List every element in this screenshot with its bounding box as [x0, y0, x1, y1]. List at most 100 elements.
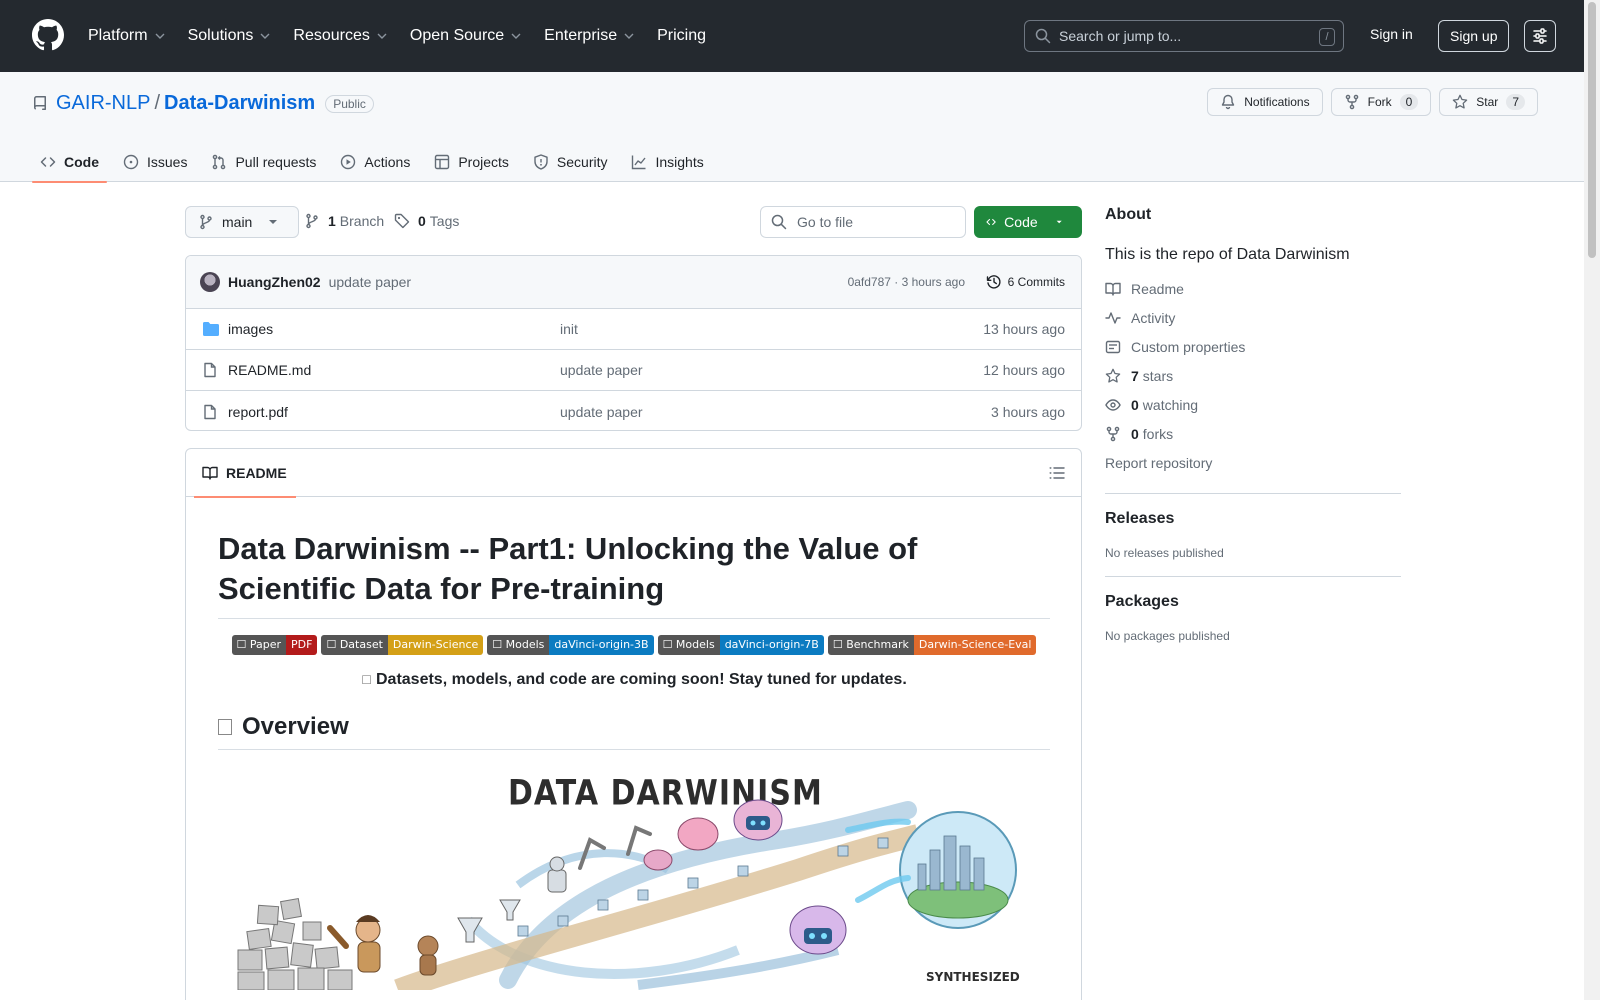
- repo-owner-link[interactable]: GAIR-NLP: [56, 92, 150, 115]
- stars-link[interactable]: 7 stars: [1105, 361, 1401, 390]
- book-icon: [202, 466, 218, 480]
- star-label: Star: [1476, 95, 1499, 109]
- code-icon: [40, 157, 56, 167]
- file-updated-time: 3 hours ago: [991, 403, 1065, 420]
- tab-projects[interactable]: Projects: [426, 142, 517, 182]
- issue-icon: [123, 154, 139, 170]
- tab-label: Pull requests: [235, 154, 317, 170]
- page-scrollbar[interactable]: [1584, 0, 1600, 1000]
- global-search-input[interactable]: Search or jump to... /: [1024, 20, 1344, 52]
- search-placeholder: Search or jump to...: [1059, 28, 1182, 44]
- badge-label: ☐ Models: [487, 635, 550, 656]
- history-icon: [986, 275, 1001, 289]
- readme-panel: README Data Darwinism -- Part1: Unlockin…: [185, 448, 1082, 1000]
- readme-badge[interactable]: ☐ Dataset Darwin-Science: [321, 635, 484, 656]
- readme-tab-label: README: [226, 465, 287, 481]
- tag-icon: [394, 213, 410, 229]
- go-to-file-placeholder: Go to file: [797, 214, 854, 230]
- nav-resources[interactable]: Resources: [293, 27, 387, 45]
- commit-hash-time[interactable]: 0afd787 · 3 hours ago: [848, 275, 965, 289]
- report-repository-link[interactable]: Report repository: [1105, 448, 1401, 477]
- go-to-file-input[interactable]: Go to file: [760, 206, 966, 238]
- branch-selector[interactable]: main: [185, 206, 300, 238]
- commit-message-link[interactable]: update paper: [329, 274, 412, 290]
- readme-badge[interactable]: ☐ Benchmark Darwin-Science-Eval: [827, 635, 1037, 656]
- repo-name-link[interactable]: Data-Darwinism: [164, 92, 315, 115]
- tab-pull-requests[interactable]: Pull requests: [203, 142, 324, 182]
- custom-properties-link[interactable]: Custom properties: [1105, 332, 1401, 361]
- nav-label: Platform: [88, 27, 148, 44]
- github-logo-icon[interactable]: [32, 19, 64, 51]
- nav-solutions[interactable]: Solutions: [188, 27, 272, 45]
- fork-count: 0: [1399, 94, 1419, 110]
- visibility-badge: Public: [325, 94, 374, 113]
- tab-issues[interactable]: Issues: [115, 142, 195, 182]
- packages-heading[interactable]: Packages: [1105, 593, 1401, 611]
- activity-link[interactable]: Activity: [1105, 303, 1401, 332]
- forks-link[interactable]: 0 forks: [1105, 419, 1401, 448]
- file-commit-message-link[interactable]: update paper: [560, 404, 643, 420]
- notifications-button[interactable]: Notifications: [1207, 88, 1323, 116]
- commits-history-link[interactable]: 6 Commits: [986, 274, 1065, 290]
- chevron-down-icon: [155, 33, 165, 39]
- releases-empty: No releases published: [1105, 546, 1224, 560]
- table-of-contents-icon[interactable]: [1049, 465, 1065, 481]
- readme-body: Data Darwinism -- Part1: Unlocking the V…: [186, 529, 1081, 991]
- file-icon-wrap: [202, 362, 218, 378]
- nav-open-source[interactable]: Open Source: [410, 27, 522, 45]
- readme-tab[interactable]: README: [194, 449, 296, 498]
- sign-in-link[interactable]: Sign in: [1370, 26, 1413, 42]
- star-button[interactable]: Star 7: [1439, 88, 1538, 116]
- code-download-button[interactable]: Code: [974, 206, 1082, 238]
- stars-count: 7: [1131, 367, 1139, 384]
- commit-author-link[interactable]: HuangZhen02: [228, 274, 321, 290]
- about-description: This is the repo of Data Darwinism: [1105, 246, 1350, 263]
- tags-link[interactable]: 0 Tags: [394, 213, 459, 229]
- file-name-link[interactable]: report.pdf: [228, 404, 288, 420]
- nav-enterprise[interactable]: Enterprise: [544, 27, 635, 45]
- tab-code[interactable]: Code: [32, 142, 107, 183]
- tab-insights[interactable]: Insights: [623, 142, 711, 182]
- releases-heading[interactable]: Releases: [1105, 510, 1401, 528]
- note-icon: [1105, 340, 1121, 353]
- nav-label: Resources: [293, 27, 370, 44]
- badge-value: Darwin-Science: [387, 635, 484, 656]
- readme-link-label: Readme: [1131, 280, 1184, 297]
- book-icon: [1105, 282, 1121, 296]
- notifications-label: Notifications: [1244, 95, 1310, 109]
- readme-badge[interactable]: ☐ Models daVinci-origin-3B: [487, 635, 654, 656]
- file-name-link[interactable]: README.md: [228, 362, 311, 378]
- avatar[interactable]: [200, 272, 220, 292]
- overview-heading-text: Overview: [242, 713, 349, 741]
- commits-count: 6 Commits: [1007, 275, 1065, 289]
- file-commit-message-link[interactable]: init: [560, 321, 578, 337]
- readme-badge[interactable]: ☐ Paper PDF: [231, 635, 318, 656]
- star-icon: [1105, 368, 1121, 383]
- forks-label: forks: [1142, 425, 1174, 442]
- forks-count: 0: [1131, 425, 1139, 442]
- tab-actions[interactable]: Actions: [332, 142, 418, 182]
- branches-link[interactable]: 1 Branch: [304, 213, 384, 229]
- file-commit-message-link[interactable]: update paper: [560, 362, 643, 378]
- readme-link[interactable]: Readme: [1105, 274, 1401, 303]
- folder-icon-wrap: [202, 321, 220, 337]
- scrollbar-thumb[interactable]: [1588, 2, 1596, 258]
- file-name-link[interactable]: images: [228, 321, 273, 337]
- table-row: report.pdf update paper 3 hours ago: [186, 391, 1081, 430]
- tag-count: 0: [418, 213, 426, 229]
- watching-link[interactable]: 0 watching: [1105, 390, 1401, 419]
- badge-value: Darwin-Science-Eval: [913, 635, 1037, 656]
- nav-platform[interactable]: Platform: [88, 27, 166, 45]
- site-menu-button[interactable]: [1524, 20, 1556, 52]
- branch-icon: [200, 214, 212, 230]
- tag-label: Tags: [429, 213, 460, 229]
- sign-up-button[interactable]: Sign up: [1438, 20, 1510, 52]
- caret-down-icon: [269, 220, 278, 224]
- readme-badge[interactable]: ☐ Models daVinci-origin-7B: [657, 635, 824, 656]
- repo-header: GAIR-NLP / Data-Darwinism Public Notific…: [0, 72, 1584, 183]
- nav-pricing[interactable]: Pricing: [657, 27, 706, 45]
- nav-label: Solutions: [187, 27, 254, 44]
- table-row: README.md update paper 12 hours ago: [186, 350, 1081, 391]
- tab-security[interactable]: Security: [525, 142, 616, 182]
- fork-button[interactable]: Fork 0: [1330, 88, 1432, 116]
